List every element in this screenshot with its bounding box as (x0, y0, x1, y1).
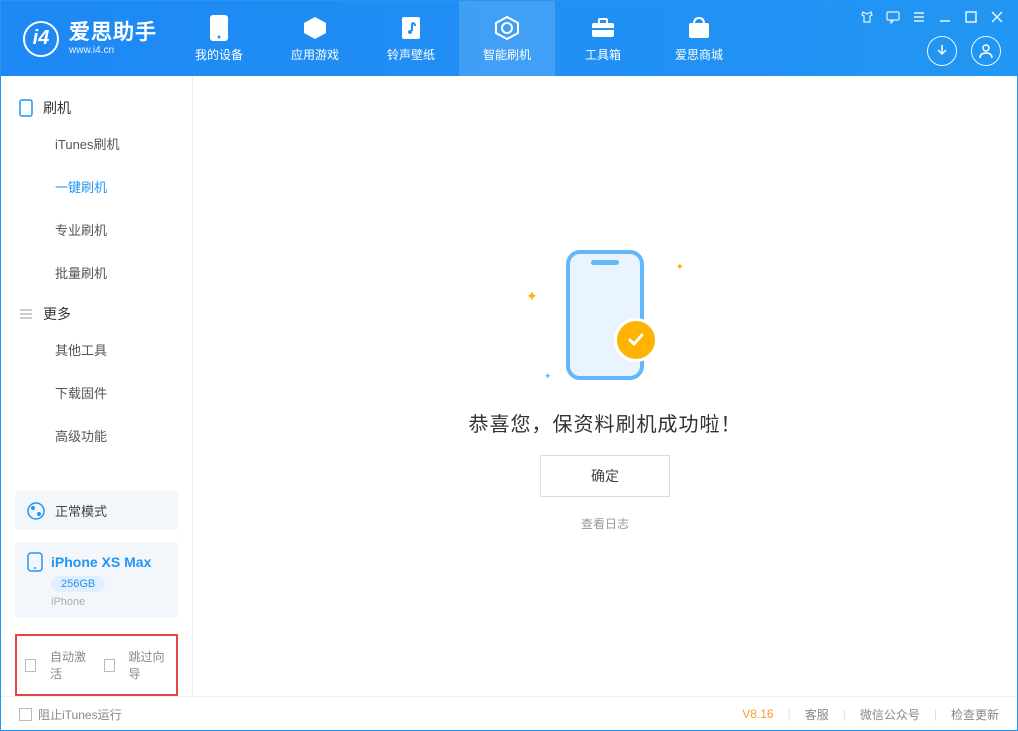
skin-icon[interactable] (859, 9, 875, 25)
sidebar-item-pro-flash[interactable]: 专业刷机 (1, 208, 192, 251)
nav-label: 铃声壁纸 (387, 46, 435, 63)
sidebar-group-flash: 刷机 (1, 88, 192, 122)
window-controls (859, 9, 1005, 25)
auto-activate-label: 自动激活 (50, 648, 89, 682)
block-itunes-label: 阻止iTunes运行 (38, 706, 122, 723)
app-header: i4 爱思助手 www.i4.cn 我的设备 应用游戏 铃声壁纸 智能刷机 工具… (1, 1, 1017, 76)
apps-icon (302, 15, 328, 41)
sidebar-item-oneclick-flash[interactable]: 一键刷机 (1, 165, 192, 208)
nav-flash[interactable]: 智能刷机 (459, 1, 555, 76)
sparkle-icon: ✦ (544, 371, 552, 382)
header-actions (927, 36, 1001, 66)
logo-icon: i4 (23, 21, 59, 57)
user-button[interactable] (971, 36, 1001, 66)
main-content: ✦ ✦ ✦ 恭喜您，保资料刷机成功啦！ 确定 查看日志 (193, 76, 1017, 696)
skip-wizard-label: 跳过向导 (129, 648, 168, 682)
status-bar: 阻止iTunes运行 V8.16 | 客服 | 微信公众号 | 检查更新 (1, 696, 1017, 731)
ok-button[interactable]: 确定 (540, 455, 670, 497)
nav-ringtone[interactable]: 铃声壁纸 (363, 1, 459, 76)
close-icon[interactable] (989, 9, 1005, 25)
sparkle-icon: ✦ (676, 262, 684, 273)
success-illustration: ✦ ✦ ✦ (520, 240, 690, 390)
sidebar-item-advanced[interactable]: 高级功能 (1, 414, 192, 457)
checkbox-block-itunes[interactable] (19, 708, 32, 721)
group-title: 更多 (43, 304, 71, 324)
logo: i4 爱思助手 www.i4.cn (1, 21, 171, 57)
device-phone-icon (27, 552, 43, 572)
nav-label: 我的设备 (195, 46, 243, 63)
device-name: iPhone XS Max (51, 554, 151, 570)
store-icon (686, 15, 712, 41)
success-message: 恭喜您，保资料刷机成功啦！ (469, 408, 742, 437)
minimize-icon[interactable] (937, 9, 953, 25)
checkbox-skip-wizard[interactable] (104, 659, 115, 672)
nav-toolbox[interactable]: 工具箱 (555, 1, 651, 76)
menu-icon[interactable] (911, 9, 927, 25)
sidebar-item-batch-flash[interactable]: 批量刷机 (1, 251, 192, 294)
app-title: 爱思助手 (69, 21, 157, 44)
sidebar-item-other-tools[interactable]: 其他工具 (1, 328, 192, 371)
ringtone-icon (398, 15, 424, 41)
group-title: 刷机 (43, 98, 71, 118)
flash-options-highlighted: 自动激活 跳过向导 (15, 634, 178, 696)
more-icon (19, 307, 33, 321)
device-info[interactable]: iPhone XS Max 256GB iPhone (15, 542, 178, 618)
maximize-icon[interactable] (963, 9, 979, 25)
view-log-link[interactable]: 查看日志 (581, 515, 629, 532)
download-button[interactable] (927, 36, 957, 66)
nav-my-device[interactable]: 我的设备 (171, 1, 267, 76)
nav-store[interactable]: 爱思商城 (651, 1, 747, 76)
mode-icon (27, 502, 45, 520)
mode-status[interactable]: 正常模式 (15, 491, 178, 530)
mode-label: 正常模式 (55, 501, 107, 520)
checkbox-auto-activate[interactable] (25, 659, 36, 672)
sparkle-icon: ✦ (526, 288, 538, 305)
nav-apps[interactable]: 应用游戏 (267, 1, 363, 76)
footer-link-update[interactable]: 检查更新 (951, 706, 999, 723)
device-capacity: 256GB (51, 576, 105, 592)
success-check-icon (614, 318, 658, 362)
sidebar: 刷机 iTunes刷机 一键刷机 专业刷机 批量刷机 更多 其他工具 下载固件 … (1, 76, 193, 696)
nav-label: 工具箱 (585, 46, 621, 63)
device-type: iPhone (51, 596, 85, 608)
version-label: V8.16 (742, 707, 773, 721)
device-icon (206, 15, 232, 41)
sidebar-item-download-firmware[interactable]: 下载固件 (1, 371, 192, 414)
nav-label: 应用游戏 (291, 46, 339, 63)
main-nav: 我的设备 应用游戏 铃声壁纸 智能刷机 工具箱 爱思商城 (171, 1, 747, 76)
app-subtitle: www.i4.cn (69, 45, 157, 56)
footer-link-support[interactable]: 客服 (805, 706, 829, 723)
nav-label: 智能刷机 (483, 46, 531, 63)
flash-icon (494, 15, 520, 41)
sidebar-group-more: 更多 (1, 294, 192, 328)
sidebar-item-itunes-flash[interactable]: iTunes刷机 (1, 122, 192, 165)
footer-link-wechat[interactable]: 微信公众号 (860, 706, 920, 723)
toolbox-icon (590, 15, 616, 41)
nav-label: 爱思商城 (675, 46, 723, 63)
phone-icon (19, 99, 33, 117)
feedback-icon[interactable] (885, 9, 901, 25)
